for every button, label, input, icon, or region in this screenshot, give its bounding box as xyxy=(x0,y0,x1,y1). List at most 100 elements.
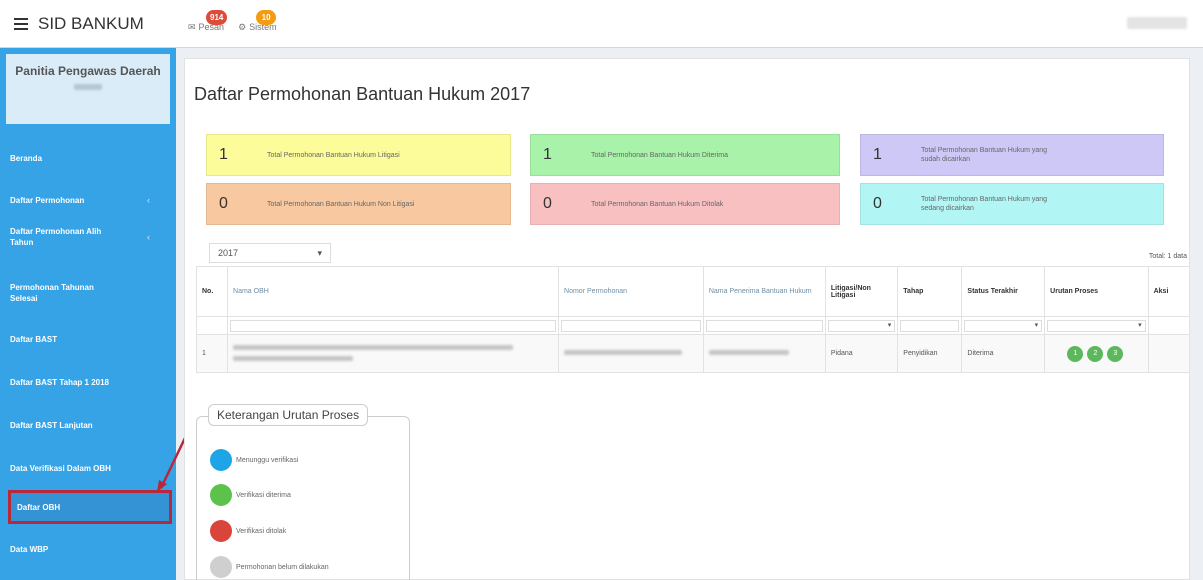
column-header-nama-penerima[interactable]: Nama Penerima Bantuan Hukum xyxy=(702,266,826,317)
step-2-button[interactable]: 2 xyxy=(1087,345,1104,362)
brand-title: SID BANKUM xyxy=(38,14,144,33)
stat-box-litigasi: 1 Total Permohonan Bantuan Hukum Litigas… xyxy=(206,134,511,176)
filter-nama-obh[interactable] xyxy=(227,316,560,335)
filter-tahap[interactable] xyxy=(897,316,963,335)
filter-input[interactable] xyxy=(561,319,701,332)
cell-status: Diterima xyxy=(961,334,1046,373)
envelope-icon: ✉ xyxy=(188,21,196,32)
green-circle-icon xyxy=(210,484,232,506)
legend-label: Menunggu verifikasi xyxy=(236,456,299,464)
sidebar-item-bast-tahap1[interactable]: Daftar BAST Tahap 1 2018 xyxy=(10,377,170,388)
brand[interactable]: SID BANKUM xyxy=(0,0,176,48)
column-header-nama-obh[interactable]: Nama OBH xyxy=(227,266,560,317)
legend-label: Verifikasi diterima xyxy=(236,491,291,499)
page-title: Daftar Permohonan Bantuan Hukum 2017 xyxy=(194,84,531,104)
stat-label: Total Permohonan Bantuan Hukum Ditolak xyxy=(591,200,724,208)
pesan-link[interactable]: ✉ Pesan 914 xyxy=(188,9,228,33)
cell-litigasi: Pidana xyxy=(824,334,899,373)
stat-label: Total Permohonan Bantuan Hukum Non Litig… xyxy=(267,200,415,208)
column-header-no[interactable]: No. xyxy=(195,266,229,317)
stat-box-ditolak: 0 Total Permohonan Bantuan Hukum Ditolak xyxy=(530,183,840,225)
legend-item-ditolak: Verifikasi ditolak xyxy=(210,520,286,542)
chevron-left-icon: ‹ xyxy=(147,231,150,242)
column-header-status[interactable]: Status Terakhir xyxy=(961,266,1046,317)
sidebar-item-beranda[interactable]: Beranda xyxy=(10,153,170,164)
chevron-left-icon: ‹ xyxy=(147,195,150,205)
gray-circle-icon xyxy=(210,556,232,578)
step-3-button[interactable]: 3 xyxy=(1107,345,1124,362)
sidebar-item-label: Daftar BAST Lanjutan xyxy=(10,421,93,430)
sidebar-item-verifikasi-obh[interactable]: Data Verifikasi Dalam OBH xyxy=(10,463,170,474)
stat-value: 1 xyxy=(873,146,882,163)
sistem-link[interactable]: ⚙ Sistem 10 xyxy=(238,9,277,33)
table-row[interactable]: 1 Pidana Penyidikan Diterima 1 2 3 xyxy=(195,334,1191,373)
filter-input[interactable] xyxy=(230,319,557,332)
legend-label: Verifikasi ditolak xyxy=(236,527,287,535)
cell-tahap: Penyidikan xyxy=(897,334,963,373)
stat-box-non-litigasi: 0 Total Permohonan Bantuan Hukum Non Lit… xyxy=(206,183,511,225)
sidebar-item-label: Daftar BAST xyxy=(10,335,58,344)
cell-urutan-proses: 1 2 3 xyxy=(1044,334,1149,373)
caret-down-icon[interactable]: ▾ xyxy=(827,319,896,332)
sidebar-item-bast-lanjutan[interactable]: Daftar BAST Lanjutan xyxy=(10,420,170,431)
legend-label: Permohonan belum dilakukan xyxy=(236,563,329,571)
legend-item-diterima: Verifikasi diterima xyxy=(210,484,291,506)
stat-label: Total Permohonan Bantuan Hukum yang seda… xyxy=(921,196,1048,212)
sidebar-item-label: Data WBP xyxy=(10,545,49,554)
column-header-tahap[interactable]: Tahap xyxy=(897,266,963,317)
sidebar-item-label: Data Verifikasi Dalam OBH xyxy=(10,464,111,473)
stat-value: 1 xyxy=(219,146,228,163)
step-1-button[interactable]: 1 xyxy=(1067,345,1084,362)
filter-input[interactable] xyxy=(705,319,823,332)
top-navbar: SID BANKUM ✉ Pesan 914 ⚙ Sistem 10 xyxy=(0,0,1203,48)
column-header-nomor-permohonan[interactable]: Nomor Permohonan xyxy=(558,266,704,317)
stat-box-sedang-dicairkan: 0 Total Permohonan Bantuan Hukum yang se… xyxy=(860,183,1164,225)
stat-value: 0 xyxy=(873,195,882,212)
cell-nama-obh xyxy=(227,334,560,373)
cogs-icon: ⚙ xyxy=(238,21,247,32)
stat-value: 1 xyxy=(543,146,552,163)
stat-box-sudah-dicairkan: 1 Total Permohonan Bantuan Hukum yang su… xyxy=(860,134,1164,176)
stat-value: 0 xyxy=(543,195,552,212)
sidebar-item-alih-tahun[interactable]: Daftar Permohonan Alih Tahun ‹ xyxy=(10,226,170,248)
legend-title: Keterangan Urutan Proses xyxy=(208,404,369,426)
year-select[interactable]: 2017 ▾ xyxy=(209,243,331,263)
sidebar-item-label: Daftar BAST Tahap 1 2018 xyxy=(10,378,109,387)
sidebar-item-daftar-bast[interactable]: Daftar BAST xyxy=(10,334,170,345)
stat-label: Total Permohonan Bantuan Hukum Litigasi xyxy=(267,151,400,159)
caret-down-icon[interactable]: ▾ xyxy=(1047,319,1146,332)
sistem-count-badge: 10 xyxy=(256,9,277,25)
stat-label: Total Permohonan Bantuan Hukum Diterima xyxy=(591,151,728,159)
panel-subtitle xyxy=(74,84,102,90)
stat-box-diterima: 1 Total Permohonan Bantuan Hukum Diterim… xyxy=(530,134,840,176)
sidebar-item-label: Daftar OBH xyxy=(17,502,61,512)
column-header-litigasi[interactable]: Litigasi/Non Litigasi xyxy=(824,266,899,317)
filter-cell xyxy=(195,316,229,335)
sidebar-item-daftar-permohonan[interactable]: Daftar Permohonan ‹ xyxy=(10,195,170,206)
sidebar-item-label: Daftar Permohonan Alih Tahun xyxy=(10,227,102,247)
legend-item-menunggu: Menunggu verifikasi xyxy=(210,449,298,471)
sidebar-item-daftar-obh[interactable]: Daftar OBH xyxy=(8,490,172,524)
filter-litigasi[interactable]: ▾ xyxy=(824,316,899,335)
red-circle-icon xyxy=(210,520,232,542)
top-nav-links: ✉ Pesan 914 ⚙ Sistem 10 xyxy=(188,0,277,48)
filter-row: ▾ ▾ ▾ xyxy=(195,316,1191,335)
filter-urutan[interactable]: ▾ xyxy=(1044,316,1149,335)
filter-penerima[interactable] xyxy=(702,316,826,335)
year-select-value: 2017 xyxy=(218,248,239,258)
sidebar-item-label: Beranda xyxy=(10,154,43,163)
filter-status[interactable]: ▾ xyxy=(961,316,1046,335)
column-header-urutan-proses[interactable]: Urutan Proses xyxy=(1044,266,1149,317)
filter-nomor[interactable] xyxy=(558,316,704,335)
filter-input[interactable] xyxy=(900,319,960,332)
column-header-aksi: Aksi xyxy=(1147,266,1191,317)
legend-item-belum: Permohonan belum dilakukan xyxy=(210,556,329,578)
user-menu[interactable] xyxy=(1127,17,1187,29)
pesan-count-badge: 914 xyxy=(206,9,228,25)
sidebar-item-data-wbp[interactable]: Data WBP xyxy=(10,544,170,555)
user-panel: Panitia Pengawas Daerah xyxy=(6,54,170,124)
caret-down-icon[interactable]: ▾ xyxy=(964,319,1043,332)
hamburger-menu-icon[interactable] xyxy=(14,18,28,30)
stat-label: Total Permohonan Bantuan Hukum yang suda… xyxy=(921,147,1048,163)
sidebar-item-permohonan-selesai[interactable]: Permohonan Tahunan Selesai xyxy=(10,282,170,304)
